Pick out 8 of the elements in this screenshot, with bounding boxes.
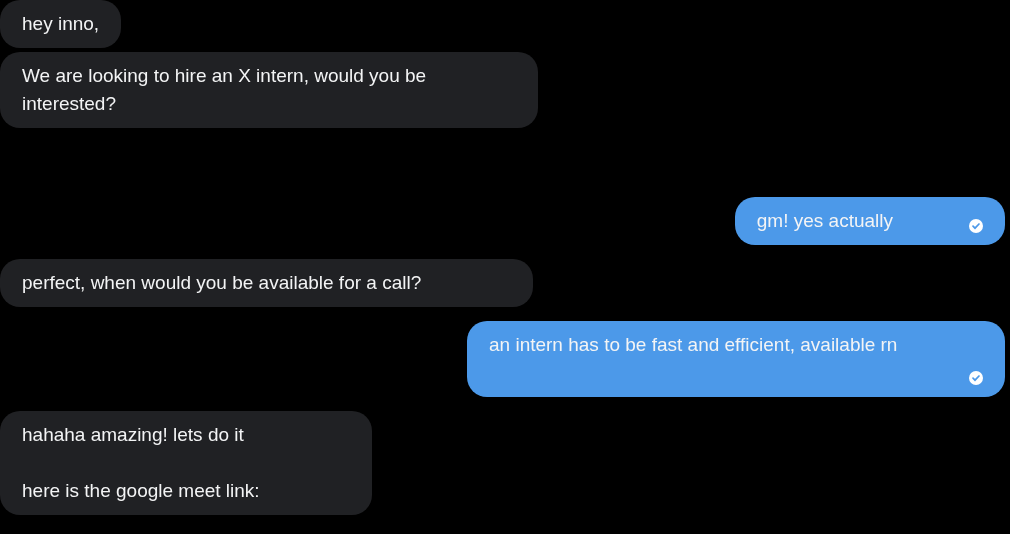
message-text: hey inno,	[22, 13, 100, 34]
message-text: gm! yes actually	[756, 210, 893, 231]
message-text: hahaha amazing! lets do it here is the google meet link:	[22, 424, 260, 501]
check-icon	[969, 371, 983, 385]
message-text: an intern has to be fast and efficient, available rn	[489, 334, 898, 355]
check-icon	[969, 219, 983, 233]
message-text: perfect, when would you be available for a call?	[22, 272, 422, 293]
message-text: We are looking to hire an X intern, would you be interested?	[22, 65, 428, 114]
